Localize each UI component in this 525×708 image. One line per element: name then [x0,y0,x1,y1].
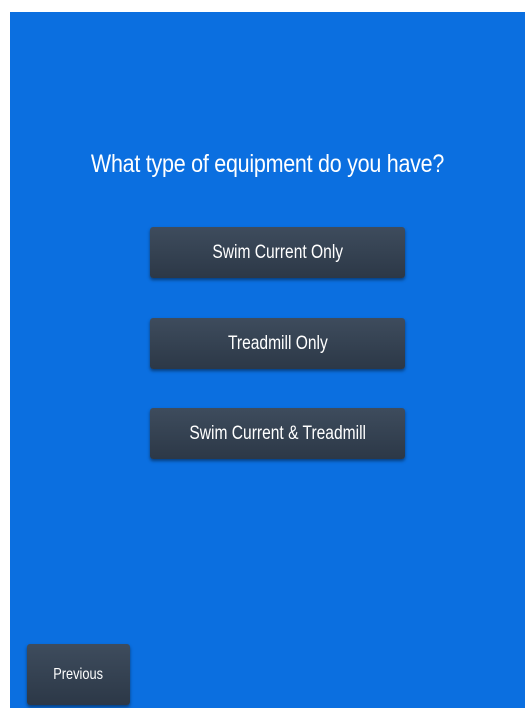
treadmill-only-label: Treadmill Only [227,332,328,354]
previous-button[interactable]: Previous [27,644,130,705]
previous-button-label: Previous [53,665,104,683]
swim-current-only-button[interactable]: Swim Current Only [150,227,405,278]
swim-current-only-label: Swim Current Only [212,241,343,263]
swim-current-and-treadmill-button[interactable]: Swim Current & Treadmill [150,408,405,459]
question-heading: What type of equipment do you have? [90,150,445,178]
treadmill-only-button[interactable]: Treadmill Only [150,318,405,369]
swim-current-and-treadmill-label: Swim Current & Treadmill [189,422,366,444]
equipment-selection-screen: What type of equipment do you have? Swim… [10,12,525,708]
